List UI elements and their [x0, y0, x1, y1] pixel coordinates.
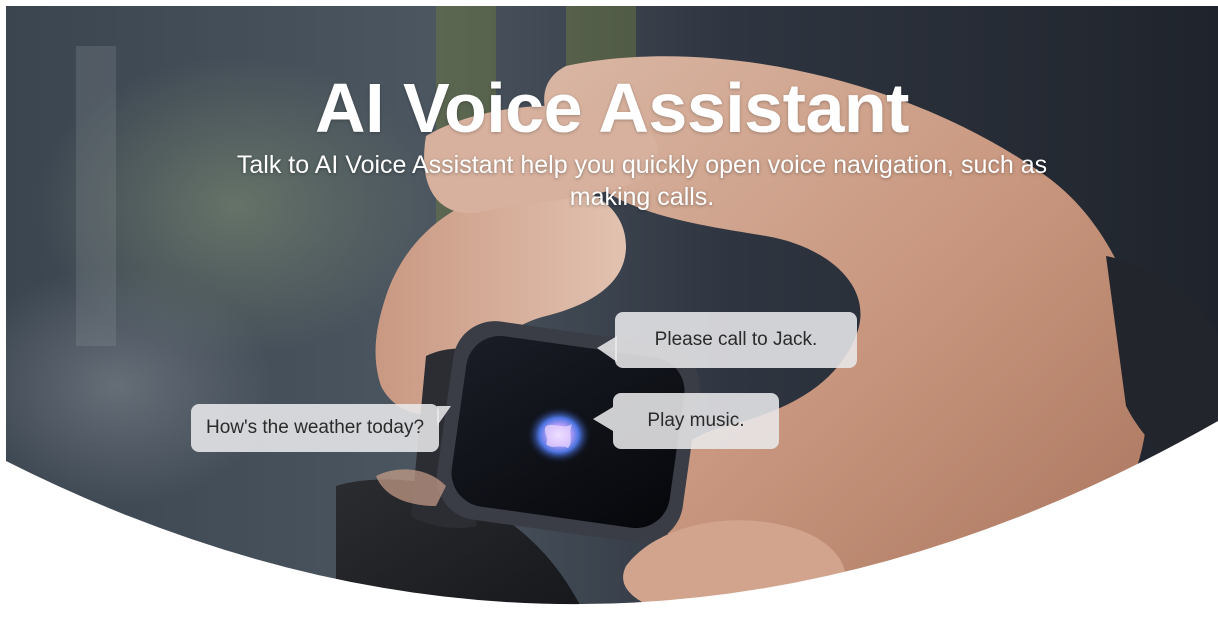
bubble-text: Play music.	[647, 410, 745, 431]
bubble-text: Please call to Jack.	[654, 329, 818, 350]
bubble-tail	[593, 407, 613, 431]
bubble-tail	[437, 406, 451, 426]
speech-bubble-call: Please call to Jack.	[597, 312, 857, 368]
page-subtitle: Talk to AI Voice Assistant help you quic…	[236, 151, 1048, 211]
speech-bubble-music: Play music.	[593, 393, 779, 449]
page: AI Voice Assistant Talk to AI Voice Assi…	[0, 0, 1218, 639]
voice-assistant-orb-icon	[526, 406, 592, 464]
bubble-text: How's the weather today?	[205, 417, 425, 438]
speech-bubble-weather: How's the weather today?	[191, 404, 451, 452]
hero-banner: AI Voice Assistant Talk to AI Voice Assi…	[6, 6, 1218, 639]
bubble-tail	[597, 336, 617, 362]
page-title: AI Voice Assistant	[315, 69, 909, 147]
